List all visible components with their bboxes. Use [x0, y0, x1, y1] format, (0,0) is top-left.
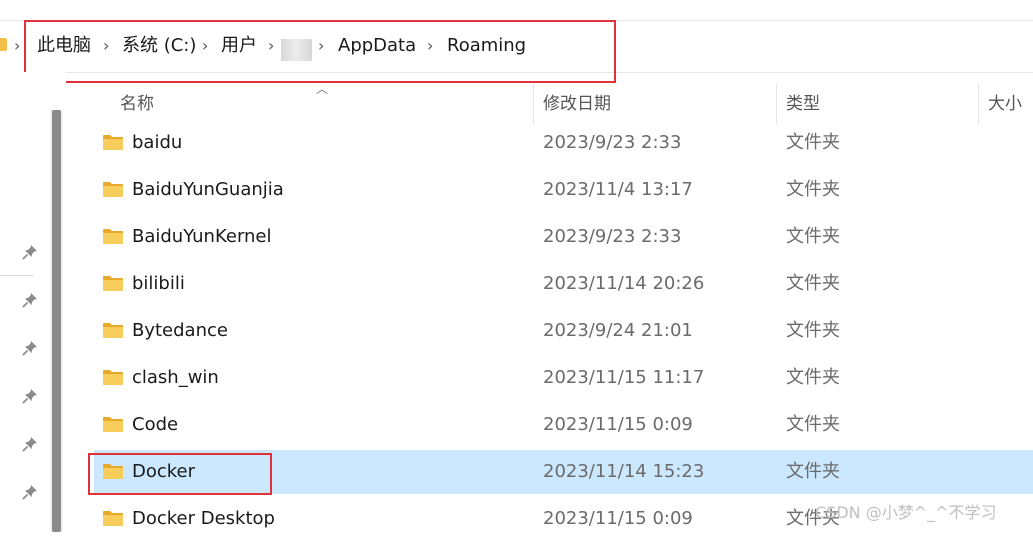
list-item[interactable]: baidu 2023/9/23 2:33 文件夹 — [94, 121, 1033, 165]
folder-icon — [103, 229, 123, 244]
column-header-type[interactable]: 类型 — [786, 92, 820, 116]
file-name: BaiduYunGuanjia — [132, 179, 284, 200]
file-name: Bytedance — [132, 320, 228, 341]
file-type: 文件夹 — [786, 461, 840, 482]
file-name: BaiduYunKernel — [132, 226, 272, 247]
file-modified-date: 2023/9/24 21:01 — [543, 320, 693, 341]
docker-highlight-box — [88, 453, 272, 495]
file-modified-date: 2023/11/4 13:17 — [543, 179, 693, 200]
folder-icon — [103, 135, 123, 150]
file-name: baidu — [132, 132, 183, 153]
column-separator[interactable] — [533, 84, 534, 124]
list-item[interactable]: bilibili 2023/11/14 20:26 文件夹 — [94, 262, 1033, 306]
file-modified-date: 2023/9/23 2:33 — [543, 226, 682, 247]
file-modified-date: 2023/11/15 0:09 — [543, 414, 693, 435]
file-type: 文件夹 — [786, 273, 840, 294]
folder-icon — [103, 417, 123, 432]
list-item[interactable]: Bytedance 2023/9/24 21:01 文件夹 — [94, 309, 1033, 353]
folder-icon — [0, 38, 7, 51]
file-modified-date: 2023/11/15 11:17 — [543, 367, 705, 388]
nav-scrollbar-thumb[interactable] — [52, 110, 61, 532]
watermark: CSDN @小梦^_^不学习 — [815, 503, 997, 522]
folder-icon — [103, 276, 123, 291]
file-type: 文件夹 — [786, 414, 840, 435]
nav-divider — [0, 275, 34, 276]
sort-ascending-icon: ︿ — [316, 82, 329, 96]
address-highlight-box — [24, 20, 616, 83]
file-type: 文件夹 — [786, 132, 840, 153]
pin-icon[interactable] — [22, 484, 38, 500]
file-type: 文件夹 — [786, 179, 840, 200]
file-name: Code — [132, 414, 179, 435]
file-name: Docker Desktop — [132, 508, 275, 529]
pin-icon[interactable] — [22, 244, 38, 260]
list-item[interactable]: clash_win 2023/11/15 11:17 文件夹 — [94, 356, 1033, 400]
column-separator[interactable] — [978, 84, 979, 124]
pin-icon[interactable] — [22, 388, 38, 404]
pin-icon[interactable] — [22, 340, 38, 356]
folder-icon — [103, 370, 123, 385]
column-header-size[interactable]: 大小 — [988, 92, 1022, 116]
file-type: 文件夹 — [786, 226, 840, 247]
file-modified-date: 2023/11/14 15:23 — [543, 461, 705, 482]
list-item[interactable]: Code 2023/11/15 0:09 文件夹 — [94, 403, 1033, 447]
chevron-right-icon[interactable]: › — [14, 34, 20, 58]
list-item[interactable]: BaiduYunGuanjia 2023/11/4 13:17 文件夹 — [94, 168, 1033, 212]
file-modified-date: 2023/11/15 0:09 — [543, 508, 693, 529]
folder-icon — [103, 511, 123, 526]
file-name: clash_win — [132, 367, 219, 388]
column-header-name[interactable]: 名称 — [120, 92, 154, 116]
file-name: bilibili — [132, 273, 185, 294]
list-item[interactable]: BaiduYunKernel 2023/9/23 2:33 文件夹 — [94, 215, 1033, 259]
folder-icon — [103, 323, 123, 338]
file-type: 文件夹 — [786, 367, 840, 388]
file-type: 文件夹 — [786, 320, 840, 341]
pin-icon[interactable] — [22, 292, 38, 308]
column-header-modified[interactable]: 修改日期 — [543, 92, 611, 116]
column-separator[interactable] — [776, 84, 777, 124]
file-modified-date: 2023/9/23 2:33 — [543, 132, 682, 153]
folder-icon — [103, 182, 123, 197]
file-modified-date: 2023/11/14 20:26 — [543, 273, 705, 294]
pin-icon[interactable] — [22, 436, 38, 452]
